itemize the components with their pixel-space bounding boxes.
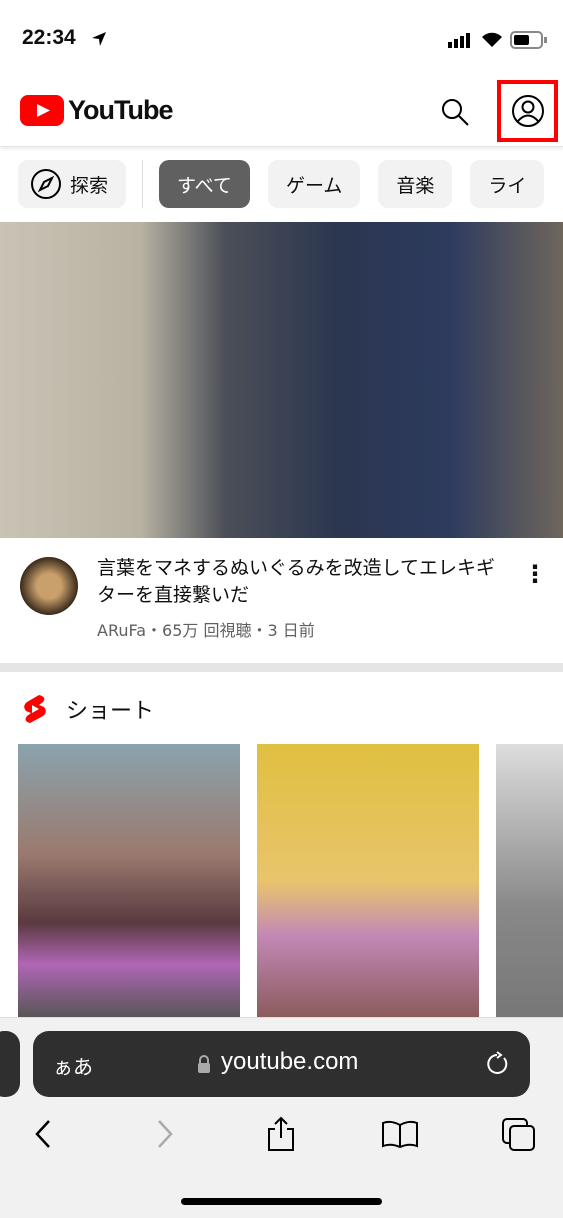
- chip-explore[interactable]: 探索: [18, 160, 127, 208]
- video-thumbnail[interactable]: [0, 222, 563, 538]
- shorts-icon: [24, 695, 46, 723]
- youtube-logo[interactable]: YouTube: [20, 95, 173, 126]
- compass-icon: [31, 169, 61, 199]
- chip-all[interactable]: すべて: [159, 160, 250, 208]
- share-icon: [268, 1116, 294, 1151]
- battery-icon: [510, 31, 547, 49]
- address-bar[interactable]: ぁあ youtube.com: [33, 1031, 530, 1097]
- chip-music[interactable]: 音楽: [378, 160, 453, 208]
- tabs-icon: [502, 1118, 535, 1151]
- text-size-button[interactable]: ぁあ: [53, 1051, 93, 1080]
- book-icon: [382, 1120, 418, 1149]
- section-divider: [0, 663, 563, 672]
- short-thumbnail[interactable]: [18, 744, 240, 1019]
- back-button[interactable]: [18, 1112, 68, 1156]
- wifi-icon: [482, 32, 502, 47]
- search-icon[interactable]: [440, 97, 470, 127]
- home-indicator: [181, 1198, 382, 1205]
- chip-live[interactable]: ライ: [470, 160, 545, 208]
- youtube-play-icon: [20, 95, 64, 126]
- chip-games[interactable]: ゲーム: [267, 160, 361, 208]
- chevron-right-icon: [158, 1120, 173, 1148]
- bookmarks-button[interactable]: [375, 1112, 425, 1156]
- video-title[interactable]: 言葉をマネするぬいぐるみを改造してエレキギターを直接繋いだ: [97, 555, 497, 609]
- clock: 22:34: [22, 26, 76, 49]
- url-text: youtube.com: [221, 1048, 359, 1075]
- account-icon: [511, 95, 544, 127]
- previous-tab[interactable]: [0, 1031, 20, 1097]
- youtube-header: YouTube: [0, 75, 563, 147]
- short-thumbnail[interactable]: [257, 744, 479, 1019]
- upload-age: 3 日前: [267, 621, 315, 640]
- lock-icon: [198, 1055, 210, 1073]
- shorts-header: ショート: [22, 693, 154, 725]
- location-icon: [92, 32, 106, 46]
- meta-separator: ・: [146, 621, 163, 640]
- signal-icon: [448, 33, 470, 48]
- tabs-button[interactable]: [493, 1112, 543, 1156]
- video-meta: ARuFa・65万 回視聴・3 日前: [97, 617, 315, 641]
- chip-divider: [142, 160, 144, 208]
- view-count: 65万 回視聴: [162, 621, 252, 640]
- meta-separator: ・: [251, 621, 268, 640]
- reload-icon[interactable]: [485, 1051, 511, 1077]
- more-options-icon[interactable]: ⋮: [523, 560, 547, 588]
- channel-avatar[interactable]: [20, 557, 78, 615]
- account-button[interactable]: [497, 80, 558, 142]
- category-chips: 探索 すべて ゲーム 音楽 ライ: [18, 160, 545, 208]
- forward-button[interactable]: [140, 1112, 190, 1156]
- short-thumbnail[interactable]: [496, 744, 563, 1019]
- share-button[interactable]: [256, 1112, 306, 1156]
- chevron-left-icon: [35, 1120, 50, 1148]
- channel-name: ARuFa: [97, 621, 147, 640]
- status-bar: 22:34: [0, 0, 563, 75]
